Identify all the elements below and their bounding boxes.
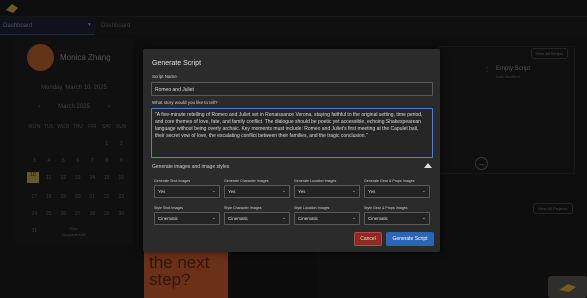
style-location-select[interactable]: Cinematic ⌄	[294, 212, 360, 225]
character-images-label: Generate Character Images	[224, 179, 269, 183]
location-images-label: Generate Location Images	[294, 179, 337, 183]
style-gear-props-value: Cinematic	[368, 216, 389, 221]
chevron-down-icon: ⌄	[281, 188, 286, 194]
gear-props-images-label: Generate Gear & Props Images	[364, 179, 415, 183]
chevron-down-icon: ⌄	[351, 188, 356, 194]
style-character-select[interactable]: Cinematic ⌄	[224, 212, 290, 225]
gear-props-images-select[interactable]: Yes ⌄	[364, 185, 430, 198]
style-gear-props-label: Style Gear & Props Images	[364, 206, 408, 210]
style-character-value: Cinematic	[228, 216, 249, 221]
style-character-label: Style Character Images	[224, 206, 262, 210]
chevron-down-icon: ⌄	[351, 215, 356, 221]
images-section-toggle[interactable]: Generate images and image styles	[152, 163, 432, 170]
generate-script-dialog: Generate Script Script Name Romeo and Ju…	[143, 49, 440, 252]
style-shot-label: Style Shot Images	[154, 206, 184, 210]
location-images-select[interactable]: Yes ⌄	[294, 185, 360, 198]
app-root: Dashboard ▼ Dashboard Monica Zhang Monda…	[0, 0, 587, 298]
images-section-title: Generate images and image styles	[152, 164, 230, 170]
script-name-label: Script Name	[152, 74, 177, 79]
style-location-value: Cinematic	[298, 216, 319, 221]
shot-images-select[interactable]: Yes ⌄	[154, 185, 220, 198]
character-images-select[interactable]: Yes ⌄	[224, 185, 290, 198]
style-shot-select[interactable]: Cinematic ⌄	[154, 212, 220, 225]
style-gear-props-select[interactable]: Cinematic ⌄	[364, 212, 430, 225]
style-shot-value: Cinematic	[158, 216, 179, 221]
story-textarea[interactable]: "A five-minute retelling of Romeo and Ju…	[151, 108, 433, 158]
story-label: What story would you like to tell?	[152, 100, 218, 105]
script-name-input[interactable]: Romeo and Juliet	[151, 82, 433, 96]
chevron-down-icon: ⌄	[421, 188, 426, 194]
style-location-label: Style Location Images	[294, 206, 330, 210]
character-images-value: Yes	[228, 189, 236, 194]
chevron-down-icon: ⌄	[211, 215, 216, 221]
cancel-button[interactable]: Cancel	[354, 232, 382, 246]
chevron-down-icon: ⌄	[211, 188, 216, 194]
location-images-value: Yes	[298, 189, 306, 194]
chevron-down-icon: ⌄	[421, 215, 426, 221]
chevron-up-icon	[424, 163, 432, 168]
dialog-title: Generate Script	[152, 60, 202, 67]
gear-props-images-value: Yes	[368, 189, 376, 194]
chevron-down-icon: ⌄	[281, 215, 286, 221]
generate-script-button[interactable]: Generate Script	[386, 232, 434, 246]
shot-images-label: Generate Shot Images	[154, 179, 191, 183]
shot-images-value: Yes	[158, 189, 166, 194]
